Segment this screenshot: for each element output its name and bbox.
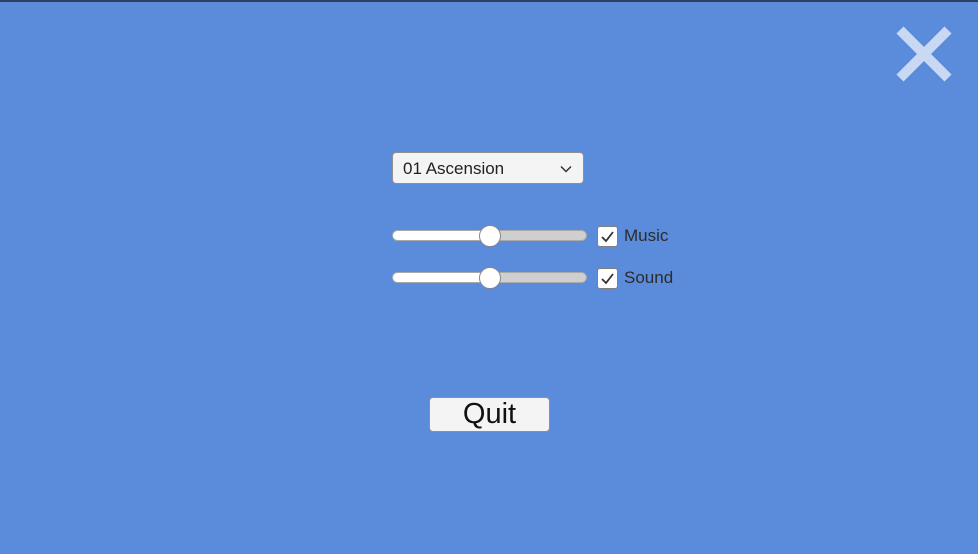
music-label: Music	[624, 226, 669, 245]
sound-slider-handle[interactable]	[478, 267, 501, 289]
music-checkbox[interactable]	[597, 225, 618, 247]
window-top-edge	[0, 0, 978, 2]
track-dropdown-value: 01 Ascension	[403, 159, 505, 178]
sound-checkbox[interactable]	[597, 267, 618, 289]
checkmark-icon	[601, 272, 614, 284]
sound-label: Sound	[624, 268, 674, 287]
sound-toggle[interactable]: Sound	[597, 267, 673, 289]
chevron-down-icon	[560, 165, 572, 173]
sound-slider-fill	[393, 273, 490, 282]
close-icon	[896, 26, 952, 82]
music-slider-handle[interactable]	[478, 225, 501, 247]
music-volume-slider[interactable]	[392, 225, 587, 247]
music-slider-fill	[393, 231, 490, 240]
quit-button[interactable]: Quit	[429, 397, 550, 432]
track-dropdown[interactable]: 01 Ascension	[392, 152, 584, 184]
checkmark-icon	[601, 230, 614, 242]
music-toggle[interactable]: Music	[597, 225, 668, 247]
sound-volume-slider[interactable]	[392, 267, 587, 289]
close-button[interactable]	[894, 24, 954, 84]
